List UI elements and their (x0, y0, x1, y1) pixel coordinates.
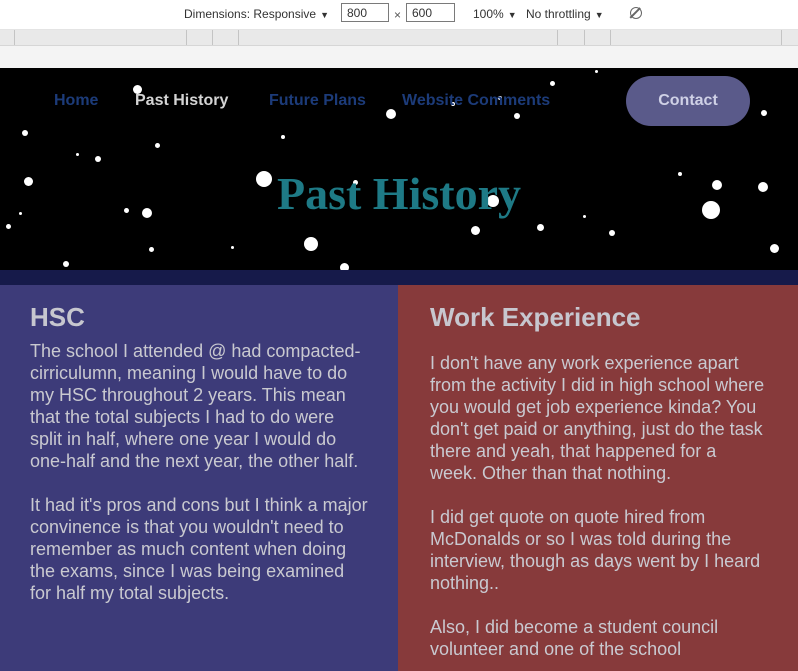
hsc-paragraph: The school I attended @ had compacted-ci… (30, 341, 361, 471)
hsc-heading: HSC (30, 302, 85, 332)
throttling-dropdown[interactable]: No throttling ▼ (526, 7, 604, 21)
star-dot (22, 130, 28, 136)
star-dot (304, 237, 318, 251)
star-dot (230, 245, 234, 249)
star-dot (386, 109, 396, 119)
zoom-dropdown[interactable]: 100% ▼ (473, 7, 517, 21)
chevron-down-icon: ▼ (594, 10, 604, 20)
ruler-divider (610, 30, 611, 45)
ruler-divider (584, 30, 585, 45)
work-paragraph: Also, I did become a student council vol… (430, 617, 719, 659)
ruler-divider (557, 30, 558, 45)
media-query-ruler[interactable] (0, 30, 798, 46)
star-dot (549, 80, 555, 86)
nav-link-future-plans[interactable]: Future Plans (269, 92, 366, 110)
throttling-label: No throttling (526, 7, 591, 21)
dimensions-dropdown[interactable]: Dimensions: Responsive ▼ (184, 7, 329, 21)
star-dot (339, 262, 349, 270)
star-dot (63, 261, 69, 267)
nav-link-website-comments[interactable]: Website Comments (402, 92, 550, 110)
star-dot (148, 246, 154, 252)
devtools-toolbar: Dimensions: Responsive ▼ 800 × 600 100% ▼ … (0, 0, 798, 30)
width-input[interactable]: 800 (341, 3, 389, 22)
contact-button[interactable]: Contact (626, 76, 750, 126)
star-dot (5, 223, 11, 229)
star-dot (536, 223, 544, 231)
chevron-down-icon: ▼ (507, 10, 517, 20)
height-input[interactable]: 600 (406, 3, 455, 22)
viewport-gap (0, 46, 798, 68)
dimension-separator: × (394, 8, 402, 22)
star-dot (769, 243, 779, 253)
work-experience-section: Work Experience I don't have any work ex… (398, 285, 798, 671)
star-dot (594, 69, 598, 73)
rotate-icon[interactable] (630, 7, 642, 19)
hsc-section: HSC The school I attended @ had compacte… (0, 285, 398, 671)
star-dot (154, 142, 160, 148)
hsc-paragraph: It had it's pros and cons but I think a … (30, 495, 368, 603)
work-experience-heading: Work Experience (430, 302, 641, 332)
star-dot (75, 152, 79, 156)
ruler-divider (781, 30, 782, 45)
star-dot (761, 110, 767, 116)
nav-link-home[interactable]: Home (54, 92, 98, 110)
ruler-divider (238, 30, 239, 45)
page-title: Past History (276, 167, 521, 219)
star-dot (470, 225, 480, 235)
nav-link-past-history[interactable]: Past History (135, 92, 228, 110)
star-dot (95, 156, 101, 162)
star-dot (514, 113, 520, 119)
work-paragraph: I did get quote on quote hired from McDo… (430, 507, 761, 593)
ruler-divider (212, 30, 213, 45)
zoom-label: 100% (473, 7, 504, 21)
ruler-divider (186, 30, 187, 45)
hero-header: Home Past History Future Plans Website C… (0, 68, 798, 270)
work-paragraph: I don't have any work experience apart f… (430, 353, 765, 483)
star-dot (281, 135, 285, 139)
ruler-divider (14, 30, 15, 45)
dimensions-label: Dimensions: Responsive (184, 7, 317, 21)
divider-band (0, 270, 798, 285)
star-dot (609, 230, 615, 236)
page-viewport: Home Past History Future Plans Website C… (0, 68, 798, 671)
chevron-down-icon: ▼ (320, 10, 329, 20)
